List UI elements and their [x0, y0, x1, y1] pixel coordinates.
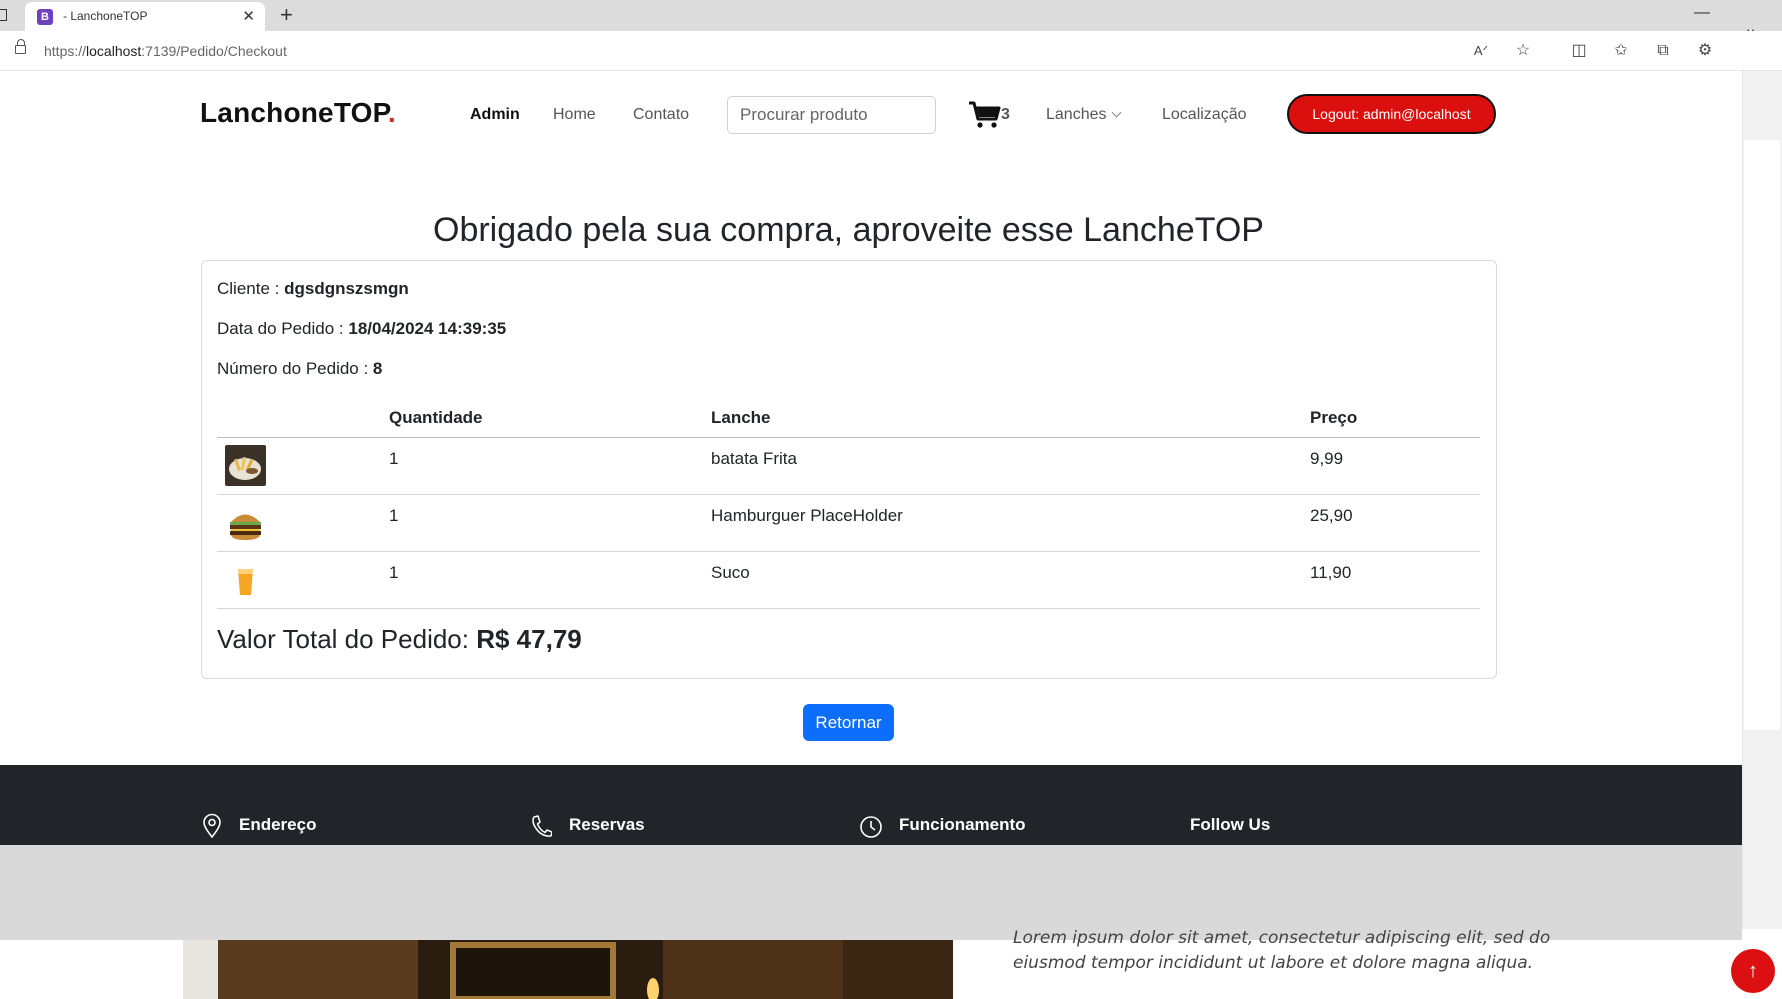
footer-follow-us: Follow Us: [1190, 815, 1271, 834]
lock-icon[interactable]: [15, 39, 26, 54]
nav-admin[interactable]: Admin: [470, 106, 520, 124]
numero-pedido-label: Número do Pedido :: [217, 359, 373, 378]
arrow-up-icon[interactable]: ↑: [1731, 949, 1775, 993]
about-lorem-line-2: eiusmod tempor incididunt ut labore et d…: [1013, 953, 1534, 973]
search-input[interactable]: [727, 96, 936, 134]
row-3-quantidade: 1: [389, 563, 399, 582]
minimize-icon[interactable]: —: [1694, 4, 1710, 22]
tab-close-icon[interactable]: ✕: [242, 7, 255, 25]
clock-icon: [860, 816, 882, 838]
total-label: Valor Total do Pedido:: [217, 624, 477, 654]
row-1-preco: 9,99: [1310, 449, 1344, 468]
browser-tab-bar: B - LanchoneTOP ✕ + —: [0, 0, 1782, 31]
header-lanche: Lanche: [711, 408, 771, 427]
brand-text: LanchoneTOP: [200, 97, 388, 128]
new-tab-icon[interactable]: +: [280, 2, 293, 28]
table-row-divider: [217, 494, 1480, 495]
read-aloud-icon[interactable]: Aᐟ: [1470, 40, 1492, 62]
row-2-lanche: Hamburguer PlaceHolder: [711, 506, 903, 525]
nav-lanches-dropdown[interactable]: Lanches: [1046, 106, 1121, 124]
location-pin-icon: [203, 813, 221, 839]
chevron-down-icon: [1111, 107, 1121, 118]
page-title: Obrigado pela sua compra, aproveite esse…: [433, 211, 1264, 249]
table-row-divider: [217, 608, 1480, 609]
cliente-value: dgsdgnszsmgn: [284, 279, 409, 298]
footer-reservas: Reservas: [569, 815, 645, 834]
data-pedido-label: Data do Pedido :: [217, 319, 349, 338]
address-bar: https://localhost:7139/Pedido/Checkout A…: [0, 31, 1782, 71]
favorites-icon[interactable]: ✩: [1610, 40, 1632, 62]
burger-image: [225, 503, 266, 544]
data-pedido-value: 18/04/2024 14:39:35: [348, 319, 507, 338]
table-header-divider: [217, 437, 1480, 438]
footer-endereco: Endereço: [239, 815, 317, 834]
collections-icon[interactable]: ⧉: [1652, 40, 1674, 62]
juice-image: [225, 560, 266, 601]
url-scheme: https://: [44, 43, 87, 59]
row-3-preco: 11,90: [1310, 563, 1352, 582]
row-1-quantidade: 1: [389, 449, 399, 468]
favorite-star-icon[interactable]: ☆: [1512, 40, 1534, 62]
header-preco: Preço: [1310, 408, 1358, 427]
cliente-line: Cliente : dgsdgnszsmgn: [217, 279, 409, 299]
restaurant-photo: [183, 940, 953, 999]
browser-tab[interactable]: B - LanchoneTOP ✕: [25, 2, 265, 31]
split-screen-icon[interactable]: ◫: [1568, 40, 1590, 62]
row-2-preco: 25,90: [1310, 506, 1353, 525]
fries-image: [225, 445, 266, 486]
brand-logo[interactable]: LanchoneTOP.: [200, 97, 396, 129]
data-pedido-line: Data do Pedido : 18/04/2024 14:39:35: [217, 319, 506, 339]
brand-dot: .: [387, 97, 396, 128]
row-1-lanche: batata Frita: [711, 449, 797, 468]
url-field[interactable]: https://localhost:7139/Pedido/Checkout: [44, 43, 287, 59]
nav-lanches-label: Lanches: [1046, 106, 1107, 123]
tab-actions-icon[interactable]: [0, 9, 7, 21]
phone-icon: [532, 815, 552, 837]
row-3-lanche: Suco: [711, 563, 750, 582]
table-row-divider: [217, 551, 1480, 552]
about-lorem-line-1: Lorem ipsum dolor sit amet, consectetur …: [1013, 928, 1551, 948]
logout-button[interactable]: Logout: admin@localhost: [1287, 94, 1496, 134]
order-total: Valor Total do Pedido: R$ 47,79: [217, 624, 582, 655]
cliente-label: Cliente :: [217, 279, 285, 298]
footer-funcionamento: Funcionamento: [899, 815, 1026, 834]
address-bar-icons: Aᐟ ☆ ◫ ✩ ⧉ ⚙: [1470, 40, 1716, 62]
total-value: R$ 47,79: [476, 624, 582, 654]
overlay-band: [0, 845, 1742, 940]
scrollbar-thumb[interactable]: [1744, 140, 1780, 730]
favicon-icon: B: [37, 9, 53, 25]
nav-home[interactable]: Home: [553, 106, 596, 124]
row-2-quantidade: 1: [389, 506, 399, 525]
nav-localizacao[interactable]: Localização: [1162, 106, 1247, 124]
tab-title: - LanchoneTOP: [63, 9, 148, 23]
return-button[interactable]: Retornar: [803, 704, 894, 741]
extensions-icon[interactable]: ⚙: [1694, 40, 1716, 62]
header-quantidade: Quantidade: [389, 408, 483, 427]
url-path: :7139/Pedido/Checkout: [141, 43, 287, 59]
numero-pedido-line: Número do Pedido : 8: [217, 359, 382, 379]
numero-pedido-value: 8: [372, 359, 383, 378]
nav-contato[interactable]: Contato: [633, 106, 689, 124]
cart-count[interactable]: 3: [1001, 106, 1010, 124]
url-host: localhost: [86, 43, 142, 59]
